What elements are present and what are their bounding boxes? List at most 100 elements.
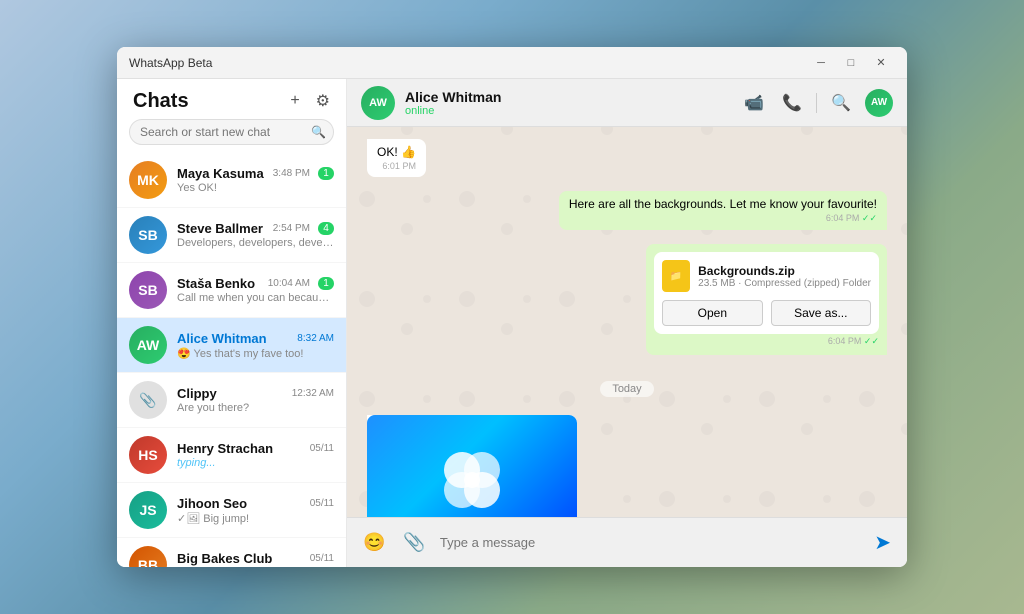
emoji-button[interactable]: 😊	[359, 528, 389, 557]
message-text: Here are all the backgrounds. Let me kno…	[569, 197, 877, 211]
chat-name: Alice Whitman	[177, 331, 267, 346]
date-divider: Today	[600, 381, 653, 397]
app-body: Chats + ⚙ 🔍 MK Maya Kasuma 3:48 PM 1 Yes OK!…	[117, 79, 907, 567]
message-time: 6:01 PM	[377, 161, 416, 171]
chat-name: Steve Ballmer	[177, 221, 263, 236]
avatar: BB	[129, 546, 167, 567]
chat-name: Big Bakes Club	[177, 551, 272, 566]
chat-name: Maya Kasuma	[177, 166, 264, 181]
message-row: 📁 Backgrounds.zip 23.5 MB · Compressed (…	[367, 244, 887, 363]
chat-list-item[interactable]: 📎Clippy12:32 AMAre you there?	[117, 373, 346, 428]
chat-preview: Developers, developers, develo...	[177, 237, 334, 249]
chat-time: 05/11	[310, 443, 334, 454]
close-button[interactable]: ✕	[867, 53, 895, 73]
win11-logo-icon	[437, 445, 507, 515]
date-divider-row: Today	[367, 371, 887, 407]
chat-time: 05/11	[310, 498, 334, 509]
avatar: JS	[129, 491, 167, 529]
settings-button[interactable]: ⚙	[312, 89, 334, 113]
contact-name: Alice Whitman	[405, 89, 740, 105]
chat-time: 10:04 AM	[268, 278, 310, 289]
message-row: OK! 👍 6:01 PM	[367, 139, 887, 185]
chat-time: 8:32 AM	[297, 333, 334, 344]
voice-call-button[interactable]: 📞	[778, 89, 806, 117]
search-bar: 🔍	[129, 119, 334, 145]
chat-time: 05/11	[310, 553, 334, 564]
message-bubble: Here are all the backgrounds. Let me kno…	[559, 191, 887, 230]
avatar: AW	[129, 326, 167, 364]
chat-input-bar: 😊 📎 ➤	[347, 517, 907, 567]
chat-name: Henry Strachan	[177, 441, 273, 456]
chat-list-item[interactable]: HS Henry Strachan 05/11 typing...	[117, 428, 346, 483]
chat-list-item[interactable]: JS Jihoon Seo 05/11 ✓🖼 Big jump!	[117, 483, 346, 538]
chat-preview: Yes OK!	[177, 182, 334, 194]
check-icon: ✓✓	[862, 213, 877, 223]
file-size: 23.5 MB · Compressed (zipped) Folder	[698, 278, 871, 289]
chat-header-actions: 📹 📞 🔍 AW	[740, 89, 893, 117]
avatar: MK	[129, 161, 167, 199]
app-window: WhatsApp Beta ─ □ ✕ Chats + ⚙ 🔍 MK Maya K…	[117, 47, 907, 567]
file-name: Backgrounds.zip	[698, 264, 871, 278]
avatar: SB	[129, 271, 167, 309]
message-row: This is beautiful! 8:15 AM	[367, 415, 887, 517]
sidebar: Chats + ⚙ 🔍 MK Maya Kasuma 3:48 PM 1 Yes OK!…	[117, 79, 347, 567]
chat-list: MK Maya Kasuma 3:48 PM 1 Yes OK! SB Steve Ball…	[117, 153, 346, 567]
contact-status: online	[405, 105, 740, 117]
chat-preview: ✓🖼 Big jump!	[177, 512, 334, 525]
message-input[interactable]	[440, 535, 860, 550]
image-message-bubble: This is beautiful! 8:15 AM	[367, 415, 577, 517]
avatar: SB	[129, 216, 167, 254]
chat-list-item[interactable]: AW Alice Whitman 8:32 AM 😍 Yes that's my fa…	[117, 318, 346, 373]
search-input[interactable]	[129, 119, 334, 145]
chat-preview: Call me when you can because...	[177, 292, 334, 304]
file-bubble: 📁 Backgrounds.zip 23.5 MB · Compressed (…	[654, 252, 879, 334]
chat-preview: typing...	[177, 457, 334, 469]
sidebar-header-actions: + ⚙	[286, 89, 334, 113]
unread-badge: 1	[318, 277, 334, 290]
chat-name: Jihoon Seo	[177, 496, 247, 511]
open-file-button[interactable]: Open	[662, 300, 762, 326]
app-title: WhatsApp Beta	[129, 56, 807, 70]
avatar: 📎	[129, 381, 167, 419]
send-button[interactable]: ➤	[870, 526, 895, 559]
header-divider	[816, 93, 817, 113]
chat-list-item[interactable]: MK Maya Kasuma 3:48 PM 1 Yes OK!	[117, 153, 346, 208]
minimize-button[interactable]: ─	[807, 53, 835, 73]
header-avatar: AW	[865, 89, 893, 117]
file-info: Backgrounds.zip 23.5 MB · Compressed (zi…	[698, 264, 871, 289]
message-time: 6:04 PM ✓✓	[569, 213, 877, 224]
chat-header-info: Alice Whitman online	[405, 89, 740, 117]
sidebar-title: Chats	[133, 90, 189, 113]
avatar: HS	[129, 436, 167, 474]
image-placeholder	[367, 415, 577, 517]
unread-badge: 4	[318, 222, 334, 235]
search-icon: 🔍	[311, 125, 326, 139]
file-actions: Open Save as...	[662, 300, 871, 326]
window-controls: ─ □ ✕	[807, 53, 895, 73]
chat-preview: Are you there?	[177, 402, 334, 414]
unread-badge: 1	[318, 167, 334, 180]
file-icon: 📁	[662, 260, 690, 292]
chat-preview: 😍 Yes that's my fave too!	[177, 347, 334, 360]
video-call-button[interactable]: 📹	[740, 89, 768, 117]
chat-list-item[interactable]: SBStaša Benko10:04 AM1Call me when you c…	[117, 263, 346, 318]
check-icon: ✓✓	[864, 336, 879, 346]
save-file-button[interactable]: Save as...	[771, 300, 871, 326]
message-row: Here are all the backgrounds. Let me kno…	[367, 191, 887, 238]
chat-header: AW Alice Whitman online 📹 📞 🔍 AW	[347, 79, 907, 127]
message-time: 6:04 PM ✓✓	[654, 336, 879, 347]
message-text: OK! 👍	[377, 145, 416, 159]
attach-button[interactable]: 📎	[399, 528, 429, 557]
sidebar-header: Chats + ⚙	[117, 79, 346, 119]
chat-area: AW Alice Whitman online 📹 📞 🔍 AW	[347, 79, 907, 567]
chat-list-item[interactable]: BBBig Bakes Club05/11Rebecca: Yum! Is it…	[117, 538, 346, 567]
file-message-bubble: 📁 Backgrounds.zip 23.5 MB · Compressed (…	[646, 244, 887, 355]
contact-avatar: AW	[361, 86, 395, 120]
message-bubble: OK! 👍 6:01 PM	[367, 139, 426, 177]
chat-list-item[interactable]: SBSteve Ballmer2:54 PM4Developers, devel…	[117, 208, 346, 263]
titlebar: WhatsApp Beta ─ □ ✕	[117, 47, 907, 79]
new-chat-button[interactable]: +	[286, 90, 303, 112]
chat-time: 3:48 PM	[273, 168, 310, 179]
maximize-button[interactable]: □	[837, 53, 865, 73]
search-chat-button[interactable]: 🔍	[827, 89, 855, 117]
